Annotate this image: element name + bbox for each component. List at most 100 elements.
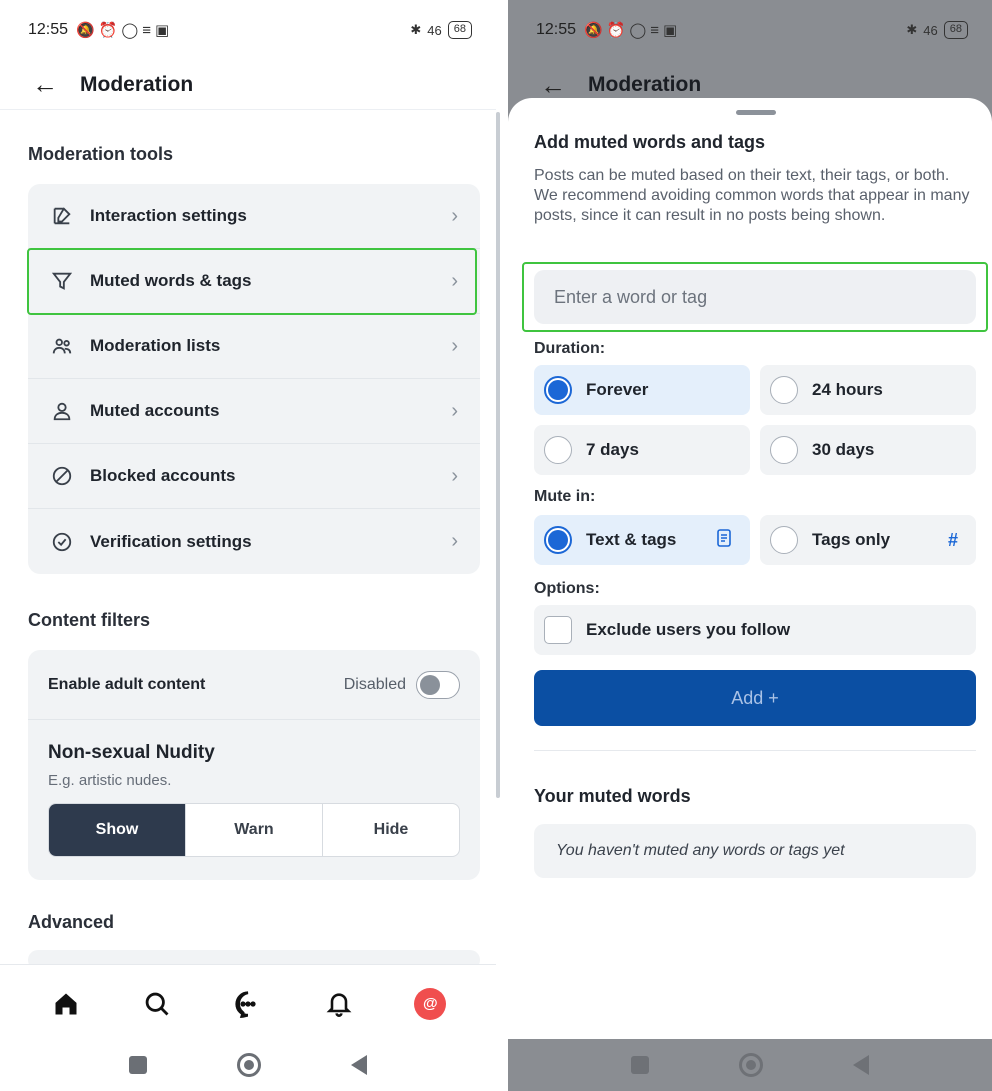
bluetooth-icon: ✱ bbox=[906, 22, 918, 37]
option-label: 30 days bbox=[812, 440, 875, 459]
back-triangle-icon[interactable] bbox=[853, 1055, 869, 1075]
muted-words-title: Your muted words bbox=[534, 786, 691, 806]
row-label: Muted accounts bbox=[90, 401, 220, 420]
system-nav-bar bbox=[0, 1039, 496, 1091]
word-tag-input[interactable]: Enter a word or tag bbox=[534, 270, 976, 324]
toggle-knob bbox=[420, 674, 440, 695]
chevron-right-icon: › bbox=[451, 464, 458, 487]
mute-in-text-tags[interactable]: Text & tags bbox=[534, 515, 750, 565]
signal-icon: 46 bbox=[427, 22, 442, 38]
option-label: 7 days bbox=[586, 440, 639, 459]
duration-label: Duration: bbox=[534, 340, 606, 357]
checkbox-icon bbox=[544, 616, 572, 644]
radio-checked-icon bbox=[544, 526, 572, 554]
block-icon bbox=[50, 464, 74, 488]
adult-content-toggle[interactable] bbox=[416, 670, 460, 699]
moderation-tools-card: Interaction settings › Muted words & tag… bbox=[28, 184, 480, 574]
status-time: 12:55 bbox=[536, 21, 577, 38]
sheet-drag-handle[interactable] bbox=[736, 110, 776, 115]
recents-icon[interactable] bbox=[129, 1056, 147, 1074]
chevron-right-icon: › bbox=[451, 399, 458, 422]
muted-words-sheet: Add muted words and tags Posts can be mu… bbox=[508, 98, 992, 1040]
status-bar: 12:55 🔕⏰◯≡▣ ✱ 46 68 bbox=[0, 0, 496, 60]
row-label: Verification settings bbox=[90, 531, 252, 551]
duration-30-days[interactable]: 30 days bbox=[760, 425, 976, 475]
section-title-advanced: Advanced bbox=[28, 912, 115, 932]
home-button-icon[interactable] bbox=[739, 1053, 763, 1077]
add-button[interactable]: Add + bbox=[534, 670, 976, 726]
nudity-segmented-control: Show Warn Hide bbox=[48, 803, 460, 857]
filter-icon bbox=[50, 269, 74, 293]
nudity-description: E.g. artistic nudes. bbox=[48, 772, 172, 789]
row-muted-accounts[interactable]: Muted accounts › bbox=[28, 379, 480, 444]
radio-icon bbox=[770, 526, 798, 554]
option-label: Tags only bbox=[812, 530, 891, 549]
mute-in-tags-only[interactable]: Tags only # bbox=[760, 515, 976, 565]
scrollbar[interactable] bbox=[496, 112, 500, 798]
radio-icon bbox=[770, 436, 798, 464]
chevron-right-icon: › bbox=[451, 204, 458, 227]
check-circle-icon bbox=[50, 530, 74, 554]
page-title: Moderation bbox=[588, 73, 702, 96]
bell-icon[interactable] bbox=[315, 980, 363, 1028]
chevron-right-icon: › bbox=[451, 530, 458, 552]
row-interaction-settings[interactable]: Interaction settings › bbox=[28, 184, 480, 249]
document-icon bbox=[716, 528, 732, 552]
profile-avatar[interactable]: @ bbox=[406, 980, 454, 1028]
duration-24-hours[interactable]: 24 hours bbox=[760, 365, 976, 415]
option-label: Text & tags bbox=[586, 530, 677, 549]
hashtag-icon: # bbox=[947, 529, 958, 550]
battery-icon: 68 bbox=[447, 21, 472, 39]
row-verification-settings[interactable]: Verification settings › bbox=[28, 509, 480, 574]
row-muted-words-tags[interactable]: Muted words & tags › bbox=[28, 249, 480, 314]
row-label: Moderation lists bbox=[90, 336, 221, 355]
back-arrow-icon[interactable]: ← bbox=[540, 70, 580, 101]
bottom-tab-bar: @ bbox=[0, 964, 496, 1042]
mute-in-label: Mute in: bbox=[534, 488, 596, 505]
chat-icon[interactable] bbox=[224, 980, 272, 1028]
empty-muted-words: You haven't muted any words or tags yet bbox=[534, 824, 976, 878]
home-button-icon[interactable] bbox=[237, 1053, 261, 1077]
back-arrow-icon[interactable]: ← bbox=[32, 69, 72, 100]
system-nav-bar bbox=[508, 1039, 992, 1091]
row-blocked-accounts[interactable]: Blocked accounts › bbox=[28, 444, 480, 509]
row-label: Muted words & tags bbox=[90, 271, 252, 290]
options-label: Options: bbox=[534, 580, 600, 597]
bluetooth-icon: ✱ bbox=[410, 22, 422, 37]
adult-content-row: Enable adult content Disabled bbox=[28, 650, 480, 720]
status-bar: 12:55 🔕⏰◯≡▣ ✱ 46 68 bbox=[508, 0, 992, 60]
adult-content-state: Disabled bbox=[343, 675, 406, 693]
signal-icon: 46 bbox=[923, 22, 938, 38]
duration-forever[interactable]: Forever bbox=[534, 365, 750, 415]
divider bbox=[534, 750, 976, 751]
segment-hide[interactable]: Hide bbox=[323, 804, 459, 856]
segment-warn[interactable]: Warn bbox=[186, 804, 323, 856]
people-icon bbox=[50, 334, 74, 358]
person-icon bbox=[50, 399, 74, 423]
row-moderation-lists[interactable]: Moderation lists › bbox=[28, 314, 480, 379]
right-screen: 12:55 🔕⏰◯≡▣ ✱ 46 68 ← Moderation Add mut… bbox=[508, 0, 992, 1091]
exclude-followed-option[interactable]: Exclude users you follow bbox=[534, 605, 976, 655]
left-screen: 12:55 🔕⏰◯≡▣ ✱ 46 68 ← Moderation Moderat… bbox=[0, 0, 496, 1091]
segment-show[interactable]: Show bbox=[49, 804, 186, 856]
content-filters-card: Enable adult content Disabled Non-sexual… bbox=[28, 650, 480, 880]
radio-icon bbox=[770, 376, 798, 404]
back-triangle-icon[interactable] bbox=[351, 1055, 367, 1075]
sheet-title: Add muted words and tags bbox=[534, 132, 766, 152]
status-icons: 🔕⏰◯≡▣ bbox=[76, 22, 174, 39]
app-header: ← Moderation bbox=[0, 60, 496, 110]
chevron-right-icon: › bbox=[451, 334, 458, 357]
recents-icon[interactable] bbox=[631, 1056, 649, 1074]
duration-7-days[interactable]: 7 days bbox=[534, 425, 750, 475]
search-icon[interactable] bbox=[133, 980, 181, 1028]
radio-checked-icon bbox=[544, 376, 572, 404]
status-icons: 🔕⏰◯≡▣ bbox=[584, 22, 682, 39]
home-icon[interactable] bbox=[42, 980, 90, 1028]
edit-icon bbox=[50, 204, 74, 228]
adult-content-label: Enable adult content bbox=[48, 675, 206, 693]
nudity-filter: Non-sexual Nudity E.g. artistic nudes. S… bbox=[28, 720, 480, 877]
section-title-moderation-tools: Moderation tools bbox=[28, 144, 173, 164]
status-right-icons: ✱ 46 68 bbox=[410, 21, 472, 39]
radio-icon bbox=[544, 436, 572, 464]
status-time: 12:55 bbox=[28, 21, 69, 38]
